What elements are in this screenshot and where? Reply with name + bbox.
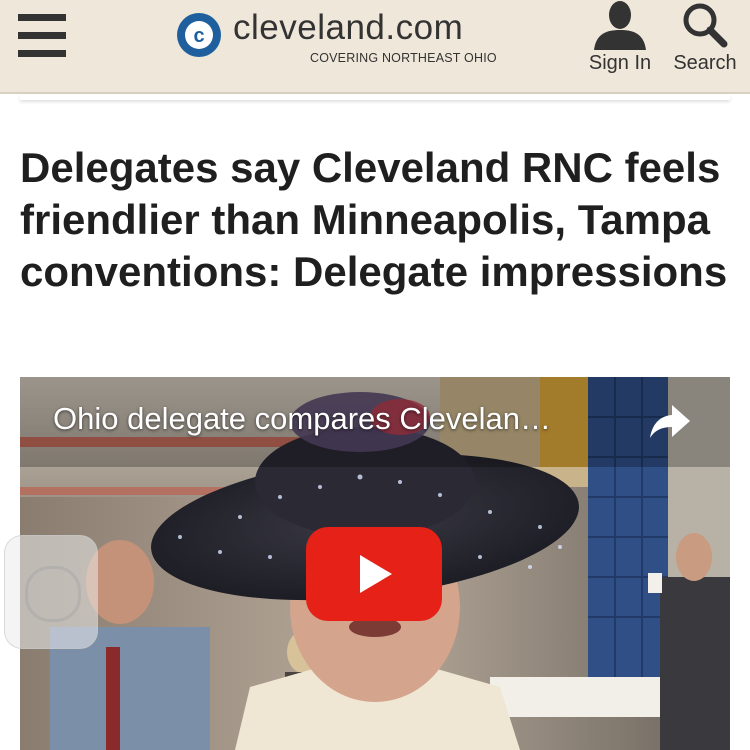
brand-tagline: COVERING NORTHEAST OHIO: [310, 51, 497, 65]
menu-icon-bar: [18, 50, 66, 57]
menu-icon-bar: [18, 32, 66, 39]
menu-button[interactable]: [18, 14, 66, 58]
search-label: Search: [673, 52, 737, 74]
site-header: c cleveland.com COVERING NORTHEAST OHIO …: [0, 0, 750, 94]
site-logo[interactable]: c cleveland.com COVERING NORTHEAST OHIO: [176, 8, 497, 70]
share-icon[interactable]: [648, 403, 692, 441]
divider: [20, 94, 730, 100]
brand-name: cleveland.com: [233, 8, 464, 47]
video-title[interactable]: Ohio delegate compares Clevelan…: [53, 401, 551, 437]
article-headline: Delegates say Cleveland RNC feels friend…: [20, 144, 728, 295]
search-button[interactable]: Search: [668, 0, 742, 78]
user-icon: [594, 1, 646, 50]
sign-in-button[interactable]: Sign In: [584, 0, 656, 78]
assistive-touch-icon: [25, 566, 81, 622]
logo-letter: c: [193, 25, 204, 47]
article-container: Delegates say Cleveland RNC feels friend…: [20, 94, 730, 750]
cleveland-logo-icon: c: [177, 13, 221, 57]
video-player[interactable]: Ohio delegate compares Clevelan…: [20, 377, 730, 750]
assistive-touch-button[interactable]: [4, 535, 98, 649]
youtube-play-icon[interactable]: [306, 527, 442, 621]
menu-icon-bar: [18, 14, 66, 21]
search-icon: [683, 3, 728, 48]
sign-in-label: Sign In: [588, 52, 652, 74]
